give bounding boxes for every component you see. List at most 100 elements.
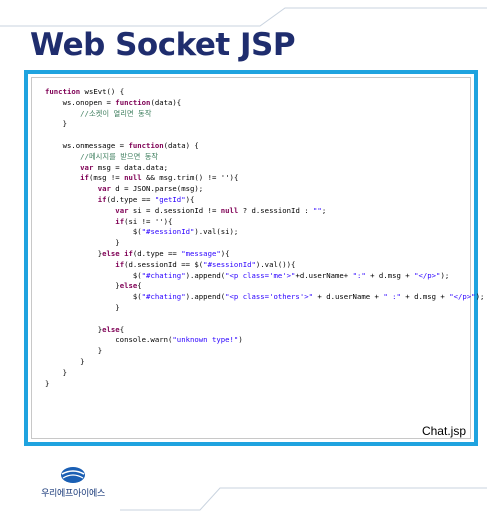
code-line: var msg = data.data; [45,163,484,174]
code-token: null [220,205,239,215]
code-token: } [45,356,85,366]
code-token: "<p class='me'>" [225,270,296,280]
file-name-label: Chat.jsp [421,424,466,438]
code-token: wsEvt() { [80,87,125,96]
code-line: function wsEvt() { [45,87,484,98]
code-line: ws.onmessage = function(data) { [45,141,484,152]
code-token: if [115,216,125,226]
code-token: } [45,324,103,334]
code-token: if [97,194,107,204]
code-token: ws.onopen = [45,97,116,107]
code-token: (data) { [163,140,199,150]
company-name: 우리에프아이에스 [41,489,105,499]
code-token: si = d.sessionId != [128,205,221,215]
code-token: } [45,378,50,388]
code-token: if [80,173,89,183]
code-line: var d = JSON.parse(msg); [45,184,484,195]
code-token: (d.sessionId == $( [124,259,204,269]
code-token: ){ [220,248,230,258]
code-token: + d.msg + [400,292,450,302]
code-token: (d.type == [106,194,155,204]
code-token: "#chating" [141,270,186,280]
code-token: null [124,173,142,183]
code-token: "" [313,205,322,215]
code-token: function [115,97,151,107]
code-line: } [45,368,484,379]
code-token: (msg != [88,173,125,183]
code-token: "#chating" [141,292,186,302]
code-token: var [80,162,94,172]
code-token: " :" [383,292,401,302]
code-token: { [119,324,125,334]
code-token: //메시지를 받으면 동작 [80,151,159,161]
code-line: } [45,379,484,390]
code-token: else [102,324,120,334]
code-token: var [97,184,111,194]
code-token: ).append( [185,270,226,280]
code-token: } [45,248,103,258]
code-token: ? d.sessionId : [238,205,314,215]
code-line: } [45,238,484,249]
code-line: console.warn("unknown type!") [45,335,484,346]
code-token: ) [238,335,243,345]
code-token: "message" [181,248,221,258]
code-token: function [45,87,81,96]
code-line: } [45,119,484,130]
code-token: ); [475,292,485,302]
code-token: && msg.trim() != ''){ [141,173,239,183]
code-line: var si = d.sessionId != null ? d.session… [45,206,484,217]
header-decoration [0,7,487,27]
code-token: ws.onmessage = [45,140,129,150]
code-token: var [115,205,129,215]
code-line: }else{ [45,281,484,292]
code-token: ).val()){ [255,259,296,269]
code-line: if(d.sessionId == $("#sessionId").val())… [45,260,484,271]
company-logo: 우리에프아이에스 [27,466,119,500]
code-token: "<p class='others'>" [225,292,314,302]
code-panel: function wsEvt() { ws.onopen = function(… [24,70,484,446]
code-token: ).append( [185,292,226,302]
code-token: } [45,119,67,129]
code-line: $("#sessionId").val(si); [45,227,484,238]
code-token: d = JSON.parse(msg); [110,184,204,194]
code-token: $( [45,227,142,237]
code-token: $( [45,270,142,280]
code-token: "getId" [154,194,186,204]
code-token: +d.userName+ [295,270,353,280]
code-token: msg = data.data; [93,162,169,172]
code-token: console.warn( [45,335,173,345]
code-token: "#sessionId" [203,259,256,269]
code-token: { [137,281,142,291]
code-token: ).val(si); [194,227,239,237]
code-token: else [119,281,138,291]
code-token: "</p>" [414,270,441,280]
code-token: ":" [352,270,366,280]
code-token: } [45,367,67,377]
code-line: ws.onopen = function(data){ [45,98,484,109]
code-token: "unknown type!" [172,335,239,345]
code-token: $( [45,292,142,302]
slide-title: Web Socket JSP [30,27,296,63]
code-token: + d.userName + [313,292,384,302]
code-panel-inner: function wsEvt() { ws.onopen = function(… [31,77,484,439]
code-token: } [45,302,120,312]
code-line: if(msg != null && msg.trim() != ''){ [45,173,484,184]
code-line: } [45,303,484,314]
code-token: } [45,346,103,356]
code-token: ){ [185,194,195,204]
code-line: if(d.type == "getId"){ [45,195,484,206]
code-line: }else if(d.type == "message"){ [45,249,484,260]
code-line: $("#chating").append("<p class='me'>"+d.… [45,271,484,282]
code-line: if(si != ''){ [45,217,484,228]
code-token: //소켓이 열리면 동작 [80,108,152,118]
code-token: } [45,281,120,291]
